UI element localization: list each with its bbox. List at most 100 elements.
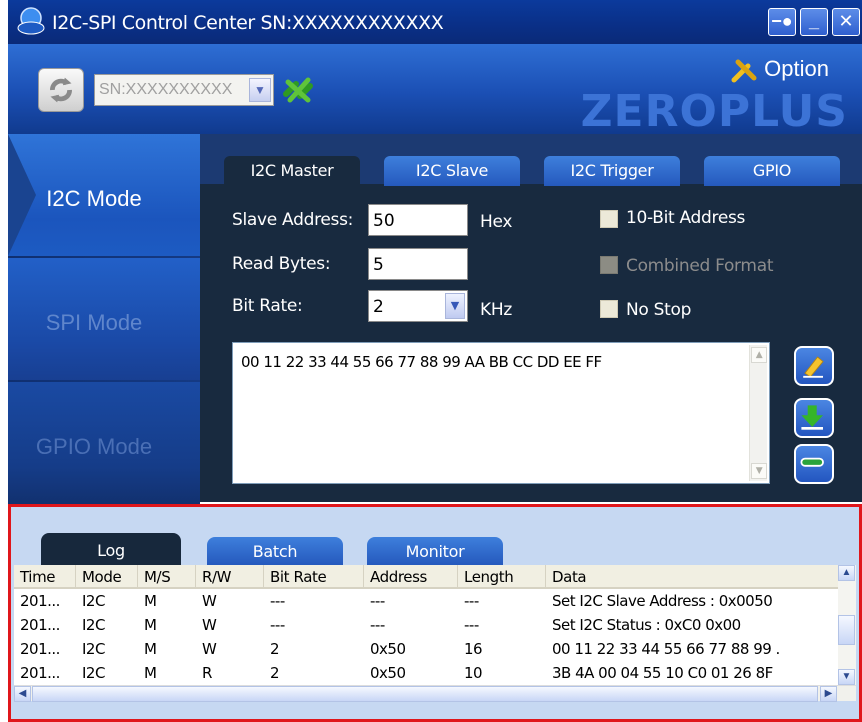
address-cell: ---	[370, 592, 385, 610]
read-bytes-label: Read Bytes:	[232, 254, 331, 274]
disconnect-icon[interactable]	[278, 70, 318, 110]
column-header[interactable]: Time	[14, 565, 76, 589]
edit-button[interactable]	[794, 346, 834, 386]
tab-i2c-trigger[interactable]: I2C Trigger	[544, 156, 680, 186]
rw-cell: W	[202, 640, 217, 658]
no-stop-checkbox[interactable]	[600, 300, 618, 318]
tab-monitor[interactable]: Monitor	[367, 537, 503, 565]
scroll-up-icon[interactable]: ▲	[838, 565, 855, 581]
log-header: Time Mode M/S R/W Bit Rate Address Lengt…	[14, 565, 838, 589]
time-cell: 201...	[20, 640, 60, 658]
column-header[interactable]: R/W	[196, 565, 264, 589]
data-cell: 00 11 22 33 44 55 66 77 88 99 .	[552, 640, 780, 658]
tab-gpio[interactable]: GPIO	[704, 156, 840, 186]
minimize-icon[interactable]: _	[800, 8, 828, 36]
tab-batch[interactable]: Batch	[207, 537, 343, 565]
minus-icon	[800, 457, 824, 467]
pin-icon[interactable]: −●	[768, 8, 796, 36]
tab-i2c-slave[interactable]: I2C Slave	[384, 156, 520, 186]
table-row[interactable]: 201... I2C M R 2 0x50 10 3B 4A 00 04 55 …	[14, 661, 838, 685]
address-cell: 0x50	[370, 664, 406, 682]
brand-logo: ZEROPLUS	[580, 86, 848, 137]
address-cell: ---	[370, 616, 385, 634]
window-title: I2C-SPI Control Center SN:XXXXXXXXXXXX	[52, 12, 444, 34]
slave-address-label: Slave Address:	[232, 210, 354, 230]
mode-spi-label: SPI Mode	[45, 310, 143, 335]
title-bar: I2C-SPI Control Center SN:XXXXXXXXXXXX −…	[8, 0, 862, 44]
wrench-icon	[731, 59, 757, 83]
scroll-up-icon[interactable]: ▲	[751, 347, 767, 363]
scroll-down-icon[interactable]: ▼	[751, 463, 767, 479]
rw-cell: W	[202, 592, 217, 610]
bit-rate-cell: ---	[270, 592, 285, 610]
edit-icon	[803, 356, 824, 378]
mode-cell: I2C	[82, 616, 105, 634]
bit-rate-cell: ---	[270, 616, 285, 634]
download-button[interactable]	[794, 398, 834, 438]
close-icon[interactable]: ✕	[832, 8, 860, 36]
combined-format-checkbox	[600, 256, 618, 274]
table-row[interactable]: 201... I2C M W 2 0x50 16 00 11 22 33 44 …	[14, 637, 838, 661]
length-cell: 10	[464, 664, 483, 682]
option-label: Option	[764, 56, 829, 81]
scroll-right-icon[interactable]: ▶	[820, 686, 837, 702]
slave-address-input[interactable]: 50	[368, 204, 468, 236]
column-header[interactable]: Address	[364, 565, 458, 589]
scroll-left-icon[interactable]: ◀	[14, 686, 31, 702]
slave-address-unit: Hex	[480, 212, 513, 232]
mode-gpio-label: GPIO Mode	[35, 434, 153, 459]
option-button[interactable]: Option	[730, 56, 829, 88]
rw-cell: R	[202, 664, 212, 682]
app-icon	[17, 7, 45, 35]
mode-spi[interactable]: SPI Mode	[8, 258, 200, 380]
data-textarea[interactable]: 00 11 22 33 44 55 66 77 88 99 AA BB CC D…	[232, 342, 770, 484]
data-cell: Set I2C Slave Address : 0x0050	[552, 592, 773, 610]
mode-i2c[interactable]: I2C Mode	[8, 134, 200, 256]
scroll-thumb[interactable]	[838, 615, 855, 645]
read-bytes-input[interactable]: 5	[368, 248, 468, 280]
log-vertical-scrollbar[interactable]: ▲ ▼	[838, 565, 856, 685]
no-stop-label: No Stop	[626, 300, 692, 320]
log-horizontal-scrollbar[interactable]: ◀ ▶	[14, 685, 856, 702]
bit-rate-label: Bit Rate:	[232, 296, 303, 316]
bit-rate-value: 2	[373, 297, 384, 317]
download-icon	[801, 405, 823, 430]
column-header[interactable]: Mode	[76, 565, 138, 589]
mode-cell: I2C	[82, 664, 105, 682]
ten-bit-address-checkbox[interactable]	[600, 210, 618, 228]
table-row[interactable]: 201... I2C M W --- --- --- Set I2C Slave…	[14, 589, 838, 613]
time-cell: 201...	[20, 616, 60, 634]
tab-i2c-master[interactable]: I2C Master	[224, 156, 360, 186]
data-cell: 3B 4A 00 04 55 10 C0 01 26 8F	[552, 664, 773, 682]
chevron-down-icon[interactable]: ▼	[249, 78, 271, 102]
length-cell: ---	[464, 616, 479, 634]
column-header[interactable]: Bit Rate	[264, 565, 364, 589]
combined-format-label: Combined Format	[626, 256, 774, 276]
bit-rate-cell: 2	[270, 640, 280, 658]
ms-cell: M	[144, 640, 157, 658]
log-table: Time Mode M/S R/W Bit Rate Address Lengt…	[14, 565, 856, 702]
time-cell: 201...	[20, 664, 60, 682]
remove-button[interactable]	[794, 444, 834, 484]
scroll-down-icon[interactable]: ▼	[838, 669, 855, 685]
ten-bit-address-label: 10-Bit Address	[626, 208, 746, 228]
mode-i2c-label: I2C Mode	[46, 186, 142, 211]
chevron-down-icon[interactable]: ▼	[445, 293, 465, 319]
table-row[interactable]: 201... I2C M W --- --- --- Set I2C Statu…	[14, 613, 838, 637]
bit-rate-cell: 2	[270, 664, 280, 682]
bit-rate-select[interactable]: 2 ▼	[368, 290, 468, 322]
mode-gpio[interactable]: GPIO Mode	[8, 382, 200, 504]
column-header[interactable]: Length	[458, 565, 546, 589]
serial-number-select[interactable]: SN:XXXXXXXXXX ▼	[94, 74, 274, 106]
refresh-button[interactable]	[38, 68, 84, 112]
column-header[interactable]: Data	[546, 565, 838, 589]
rw-cell: W	[202, 616, 217, 634]
data-scrollbar[interactable]: ▲ ▼	[749, 345, 767, 481]
ms-cell: M	[144, 664, 157, 682]
column-header[interactable]: M/S	[138, 565, 196, 589]
mode-cell: I2C	[82, 592, 105, 610]
tab-log[interactable]: Log	[41, 533, 181, 565]
toolbar: SN:XXXXXXXXXX ▼ Option ZEROPLUS	[8, 44, 862, 137]
scroll-thumb[interactable]	[32, 686, 818, 702]
ms-cell: M	[144, 592, 157, 610]
